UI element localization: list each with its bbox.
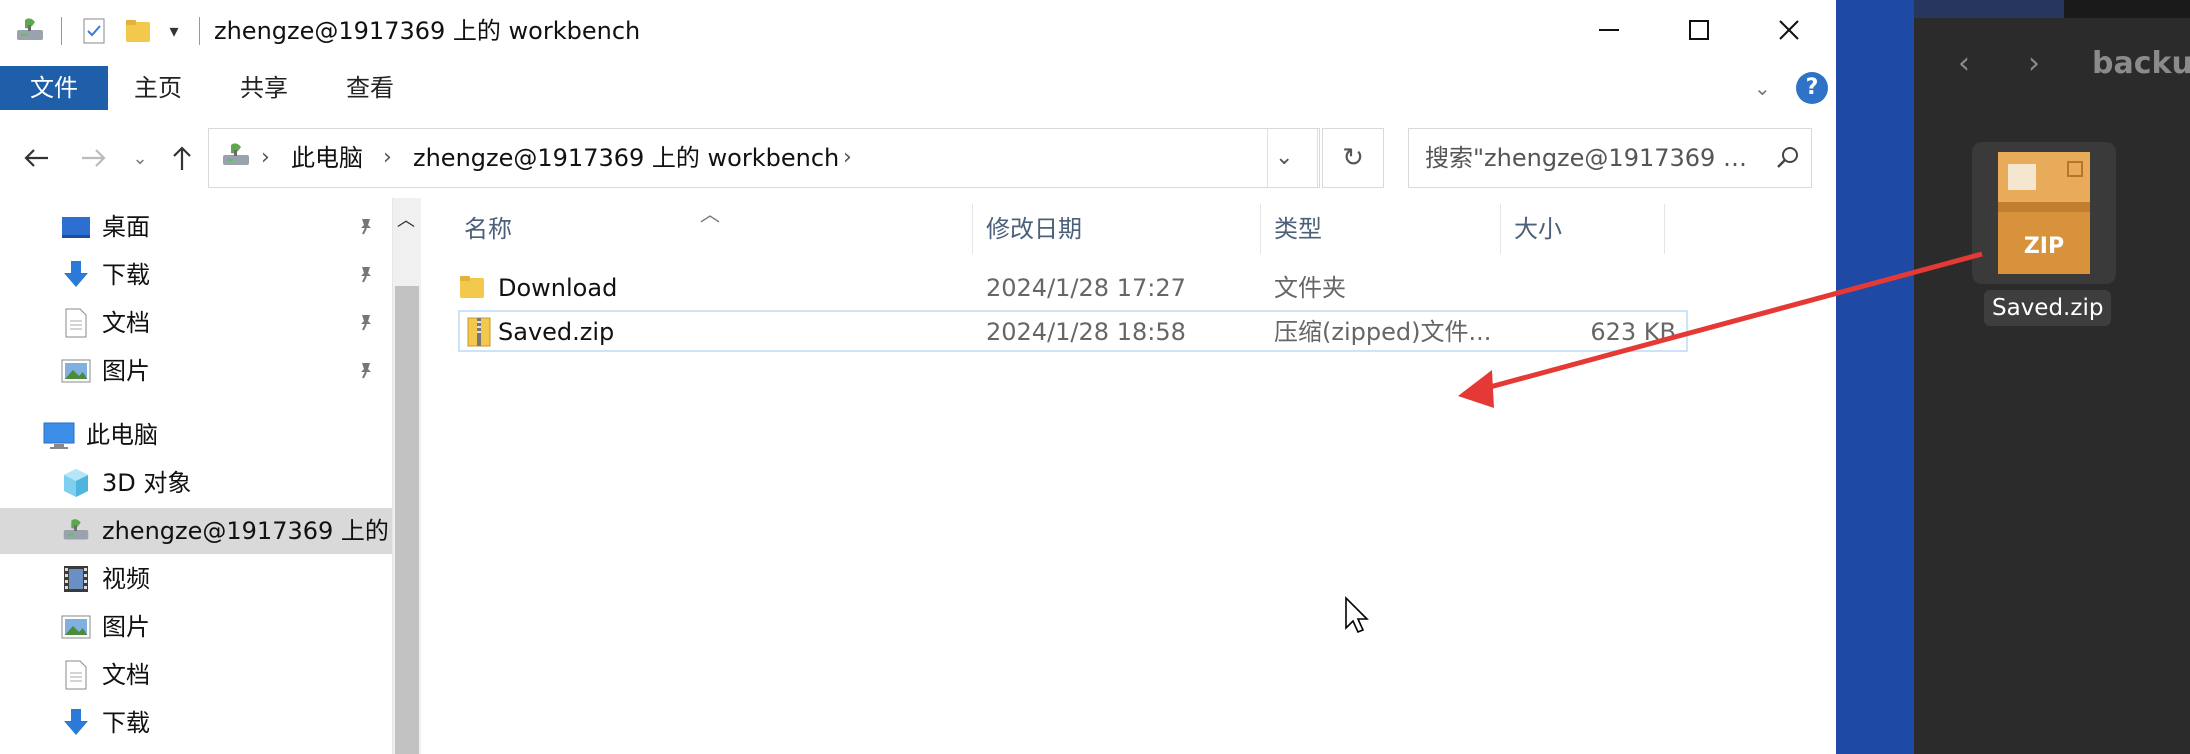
zip-archive-icon bbox=[1998, 152, 2090, 274]
up-button[interactable] bbox=[164, 136, 200, 180]
customize-qat-icon[interactable]: ▾ bbox=[162, 14, 186, 48]
expand-ribbon-icon[interactable]: ⌄ bbox=[1754, 76, 1771, 100]
zip-file-name: Saved.zip bbox=[1984, 290, 2112, 326]
pin-icon[interactable] bbox=[356, 264, 376, 288]
pin-icon[interactable] bbox=[356, 360, 376, 384]
scroll-up-icon[interactable]: ︿ bbox=[397, 206, 415, 232]
minimize-button[interactable] bbox=[1564, 6, 1654, 54]
pin-icon[interactable] bbox=[356, 216, 376, 240]
back-button[interactable] bbox=[16, 136, 56, 180]
address-row: ⌄ › 此电脑 › zhengze@1917369 上的 workbench ›… bbox=[0, 116, 1836, 198]
column-header-type[interactable]: 类型 bbox=[1274, 198, 1322, 260]
file-name: Download bbox=[498, 274, 618, 302]
nav-item-downloads[interactable]: 下载 bbox=[0, 252, 392, 298]
finder-forward-icon[interactable]: › bbox=[2028, 46, 2040, 81]
ribbon: 文件 主页 共享 查看 ⌄ ? bbox=[0, 62, 1836, 117]
address-dropdown-icon[interactable]: ⌄ bbox=[1275, 129, 1293, 187]
nav-item-workbench[interactable]: zhengze@1917369 上的 workbench bbox=[0, 508, 392, 554]
file-list: ︿ 名称 修改日期 类型 大小 Download 2024/1/28 17:27… bbox=[424, 198, 1836, 754]
recent-locations-icon[interactable]: ⌄ bbox=[126, 136, 154, 180]
address-bar[interactable]: › 此电脑 › zhengze@1917369 上的 workbench › ⌄ bbox=[208, 128, 1320, 188]
breadcrumb-workbench[interactable]: zhengze@1917369 上的 workbench bbox=[413, 129, 839, 187]
breadcrumb-separator-icon[interactable]: › bbox=[843, 129, 852, 187]
window-title: zhengze@1917369 上的 workbench bbox=[214, 17, 641, 45]
nav-scroll-thumb[interactable] bbox=[395, 286, 419, 754]
maximize-button[interactable] bbox=[1654, 6, 1744, 54]
3d-object-icon bbox=[60, 467, 92, 499]
network-drive-icon bbox=[60, 515, 92, 547]
breadcrumb-separator-icon[interactable]: › bbox=[261, 129, 270, 187]
document-icon bbox=[60, 307, 92, 339]
new-folder-icon[interactable] bbox=[122, 14, 154, 48]
nav-item-pictures[interactable]: 图片 bbox=[0, 348, 392, 394]
file-name: Saved.zip bbox=[498, 318, 615, 346]
back-arrow-icon bbox=[24, 149, 48, 167]
finder-back-icon[interactable]: ‹ bbox=[1958, 46, 1970, 81]
picture-icon bbox=[60, 611, 92, 643]
file-date: 2024/1/28 18:58 bbox=[986, 318, 1186, 346]
maximize-icon bbox=[1689, 20, 1709, 40]
nav-item-desktop[interactable]: 桌面 bbox=[0, 204, 392, 250]
video-icon bbox=[60, 563, 92, 595]
up-arrow-icon bbox=[173, 146, 191, 170]
nav-item-this-pc[interactable]: 此电脑 bbox=[0, 412, 392, 458]
close-icon bbox=[1779, 20, 1799, 40]
tab-share[interactable]: 共享 bbox=[218, 66, 310, 110]
navigation-pane: 桌面 下载 文档 图片 此电脑 3D 对象 zhengze@1917369 上的… bbox=[0, 198, 392, 754]
search-box[interactable]: 搜索"zhengze@1917369 上... bbox=[1408, 128, 1812, 188]
computer-icon bbox=[42, 419, 75, 451]
picture-icon bbox=[60, 355, 92, 387]
forward-button[interactable] bbox=[74, 136, 114, 180]
nav-item-downloads-pc[interactable]: 下载 bbox=[0, 700, 392, 746]
zip-file-icon bbox=[466, 316, 492, 360]
breadcrumb-separator-icon[interactable]: › bbox=[383, 129, 392, 187]
column-header-size[interactable]: 大小 bbox=[1514, 198, 1562, 260]
sort-ascending-icon: ︿ bbox=[700, 202, 720, 226]
forward-arrow-icon bbox=[82, 149, 106, 167]
tab-home[interactable]: 主页 bbox=[112, 66, 204, 110]
nav-item-documents[interactable]: 文档 bbox=[0, 300, 392, 346]
desktop-background bbox=[1836, 0, 1914, 754]
search-icon bbox=[1775, 145, 1801, 175]
download-icon bbox=[60, 259, 92, 291]
properties-icon[interactable] bbox=[78, 14, 110, 48]
network-drive-icon bbox=[10, 14, 50, 48]
download-icon bbox=[60, 707, 92, 739]
refresh-icon: ↻ bbox=[1342, 143, 1364, 173]
mouse-cursor-icon bbox=[1344, 596, 1370, 640]
nav-item-videos[interactable]: 视频 bbox=[0, 556, 392, 602]
file-explorer-window: ▾ zhengze@1917369 上的 workbench 文件 主页 共享 … bbox=[0, 0, 1836, 754]
pin-icon[interactable] bbox=[356, 312, 376, 336]
finder-folder-title: backup bbox=[2092, 46, 2190, 81]
breadcrumb-this-pc[interactable]: 此电脑 bbox=[291, 129, 363, 187]
nav-item-pictures-pc[interactable]: 图片 bbox=[0, 604, 392, 650]
refresh-button[interactable]: ↻ bbox=[1322, 128, 1384, 188]
document-icon bbox=[60, 659, 92, 691]
table-row[interactable]: Download 2024/1/28 17:27 文件夹 bbox=[458, 268, 1688, 308]
desktop-icon bbox=[60, 211, 92, 243]
table-row[interactable]: Saved.zip 2024/1/28 18:58 压缩(zipped)文件..… bbox=[458, 310, 1688, 352]
zip-badge: ZIP bbox=[2023, 234, 2065, 259]
title-bar: ▾ zhengze@1917369 上的 workbench bbox=[0, 0, 1836, 62]
column-header-date[interactable]: 修改日期 bbox=[986, 198, 1082, 260]
file-type: 压缩(zipped)文件... bbox=[1274, 318, 1492, 346]
tab-view[interactable]: 查看 bbox=[324, 66, 416, 110]
folder-icon bbox=[458, 272, 486, 314]
column-header-name[interactable]: 名称 bbox=[464, 198, 512, 260]
search-placeholder: 搜索"zhengze@1917369 上... bbox=[1425, 144, 1763, 172]
zip-file-item[interactable]: ZIP bbox=[1972, 142, 2116, 284]
file-type: 文件夹 bbox=[1274, 274, 1346, 302]
tab-file[interactable]: 文件 bbox=[0, 66, 108, 110]
nav-item-3d-objects[interactable]: 3D 对象 bbox=[0, 460, 392, 506]
file-date: 2024/1/28 17:27 bbox=[986, 274, 1186, 302]
finder-window: ‹ › backup ZIP Saved.zip bbox=[1914, 0, 2190, 754]
network-drive-icon bbox=[219, 141, 253, 175]
nav-item-documents-pc[interactable]: 文档 bbox=[0, 652, 392, 698]
minimize-icon bbox=[1599, 29, 1619, 31]
help-icon[interactable]: ? bbox=[1796, 72, 1828, 104]
file-size: 623 KB bbox=[1590, 318, 1676, 346]
nav-scrollbar[interactable]: ︿ bbox=[392, 198, 421, 754]
close-button[interactable] bbox=[1744, 6, 1834, 54]
